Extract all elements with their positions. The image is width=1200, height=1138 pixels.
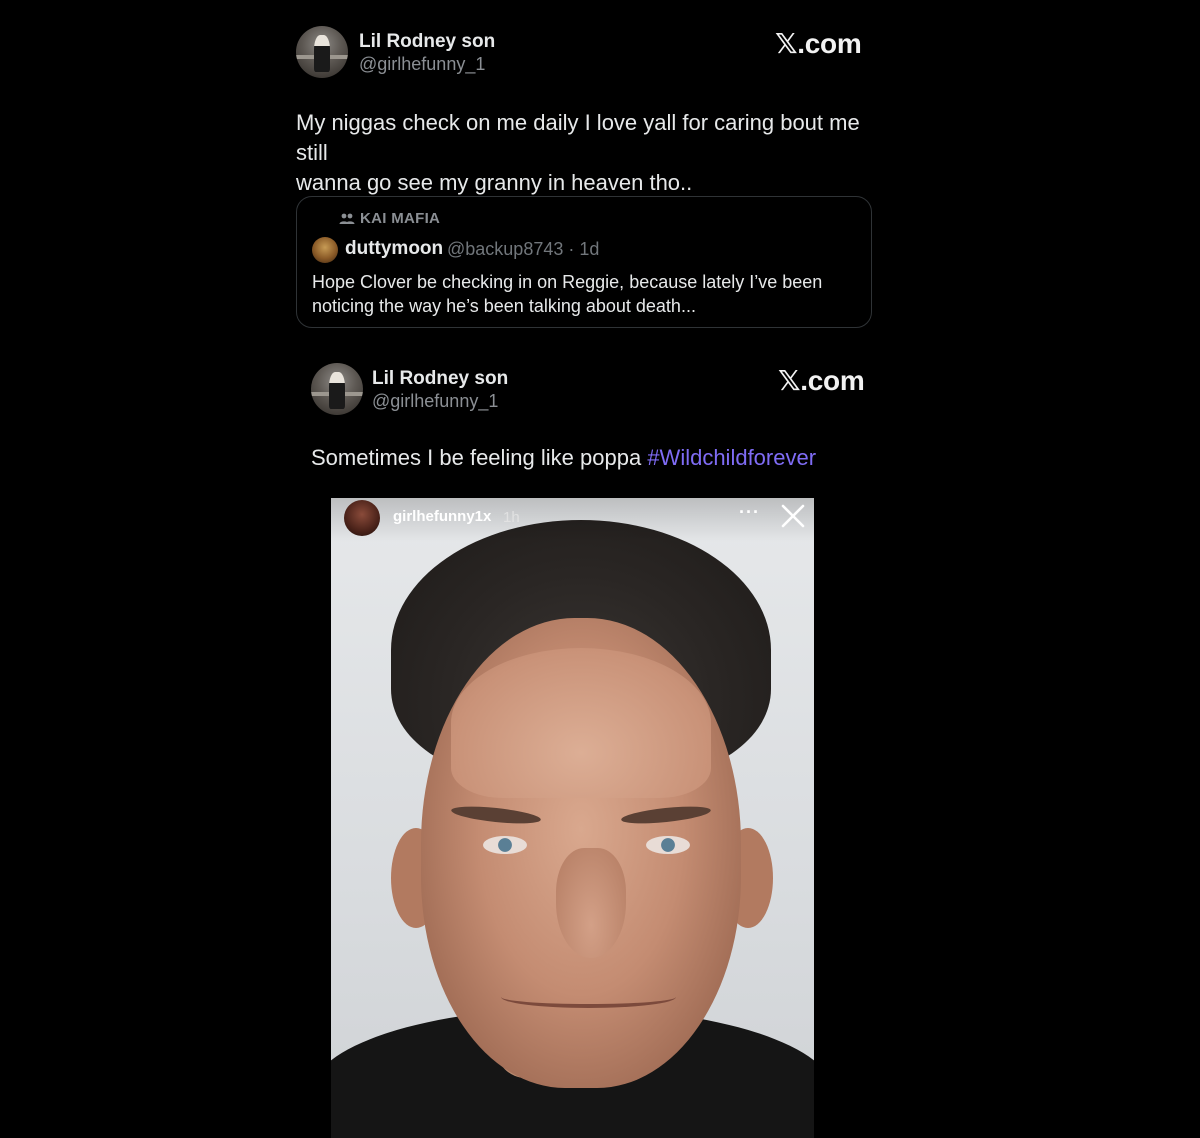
post-2-author-handle[interactable]: @girlhefunny_1 [372,391,498,412]
post-1-brand-logo: 𝕏.com [775,28,862,59]
post-1-author-handle[interactable]: @girlhefunny_1 [359,54,485,75]
story-photo-nose [556,848,626,958]
story-user-avatar[interactable] [344,500,380,536]
quoted-text-line-1: Hope Clover be checking in on Reggie, be… [312,272,823,292]
post-1-text-line-1: My niggas check on me daily I love yall … [296,110,860,165]
post-1-author-name[interactable]: Lil Rodney son [359,31,495,53]
post-1-text-line-2: wanna go see my granny in heaven tho.. [296,170,693,195]
quoted-text-line-2: noticing the way he’s been talking about… [312,296,696,316]
post-2-brand-logo: 𝕏.com [778,365,865,396]
story-photo-eye-right [646,836,690,854]
story-screenshot-image[interactable]: girlhefunny1x 1h ··· [331,498,814,1138]
quoted-post-text: Hope Clover be checking in on Reggie, be… [312,270,852,318]
story-timestamp: 1h [503,509,520,526]
community-label[interactable]: KAI MAFIA [339,210,440,227]
close-icon[interactable] [780,503,806,529]
quoted-post-card[interactable]: KAI MAFIA duttymoon @backup8743 · 1d Hop… [296,196,872,328]
quoted-author-avatar[interactable] [312,237,338,263]
more-horizontal-icon[interactable]: ··· [739,502,760,523]
story-username[interactable]: girlhefunny1x [393,508,491,525]
post-2-author-name[interactable]: Lil Rodney son [372,368,508,390]
post-1-text: My niggas check on me daily I love yall … [296,108,896,198]
community-name: KAI MAFIA [360,210,441,227]
story-photo-forehead [451,648,711,798]
people-icon [339,213,355,224]
post-2-text-body: Sometimes I be feeling like poppa [311,445,648,470]
post-2-avatar[interactable] [311,363,363,415]
story-photo-eye-left [483,836,527,854]
quoted-author-name[interactable]: duttymoon [345,238,443,260]
quoted-author-meta[interactable]: @backup8743 · 1d [447,239,599,260]
post-1-avatar[interactable] [296,26,348,78]
story-header: girlhefunny1x 1h ··· [331,498,814,542]
post-2-text: Sometimes I be feeling like poppa #Wildc… [311,443,871,473]
story-photo-mouth [501,986,676,1008]
hashtag-link[interactable]: #Wildchildforever [647,445,816,470]
